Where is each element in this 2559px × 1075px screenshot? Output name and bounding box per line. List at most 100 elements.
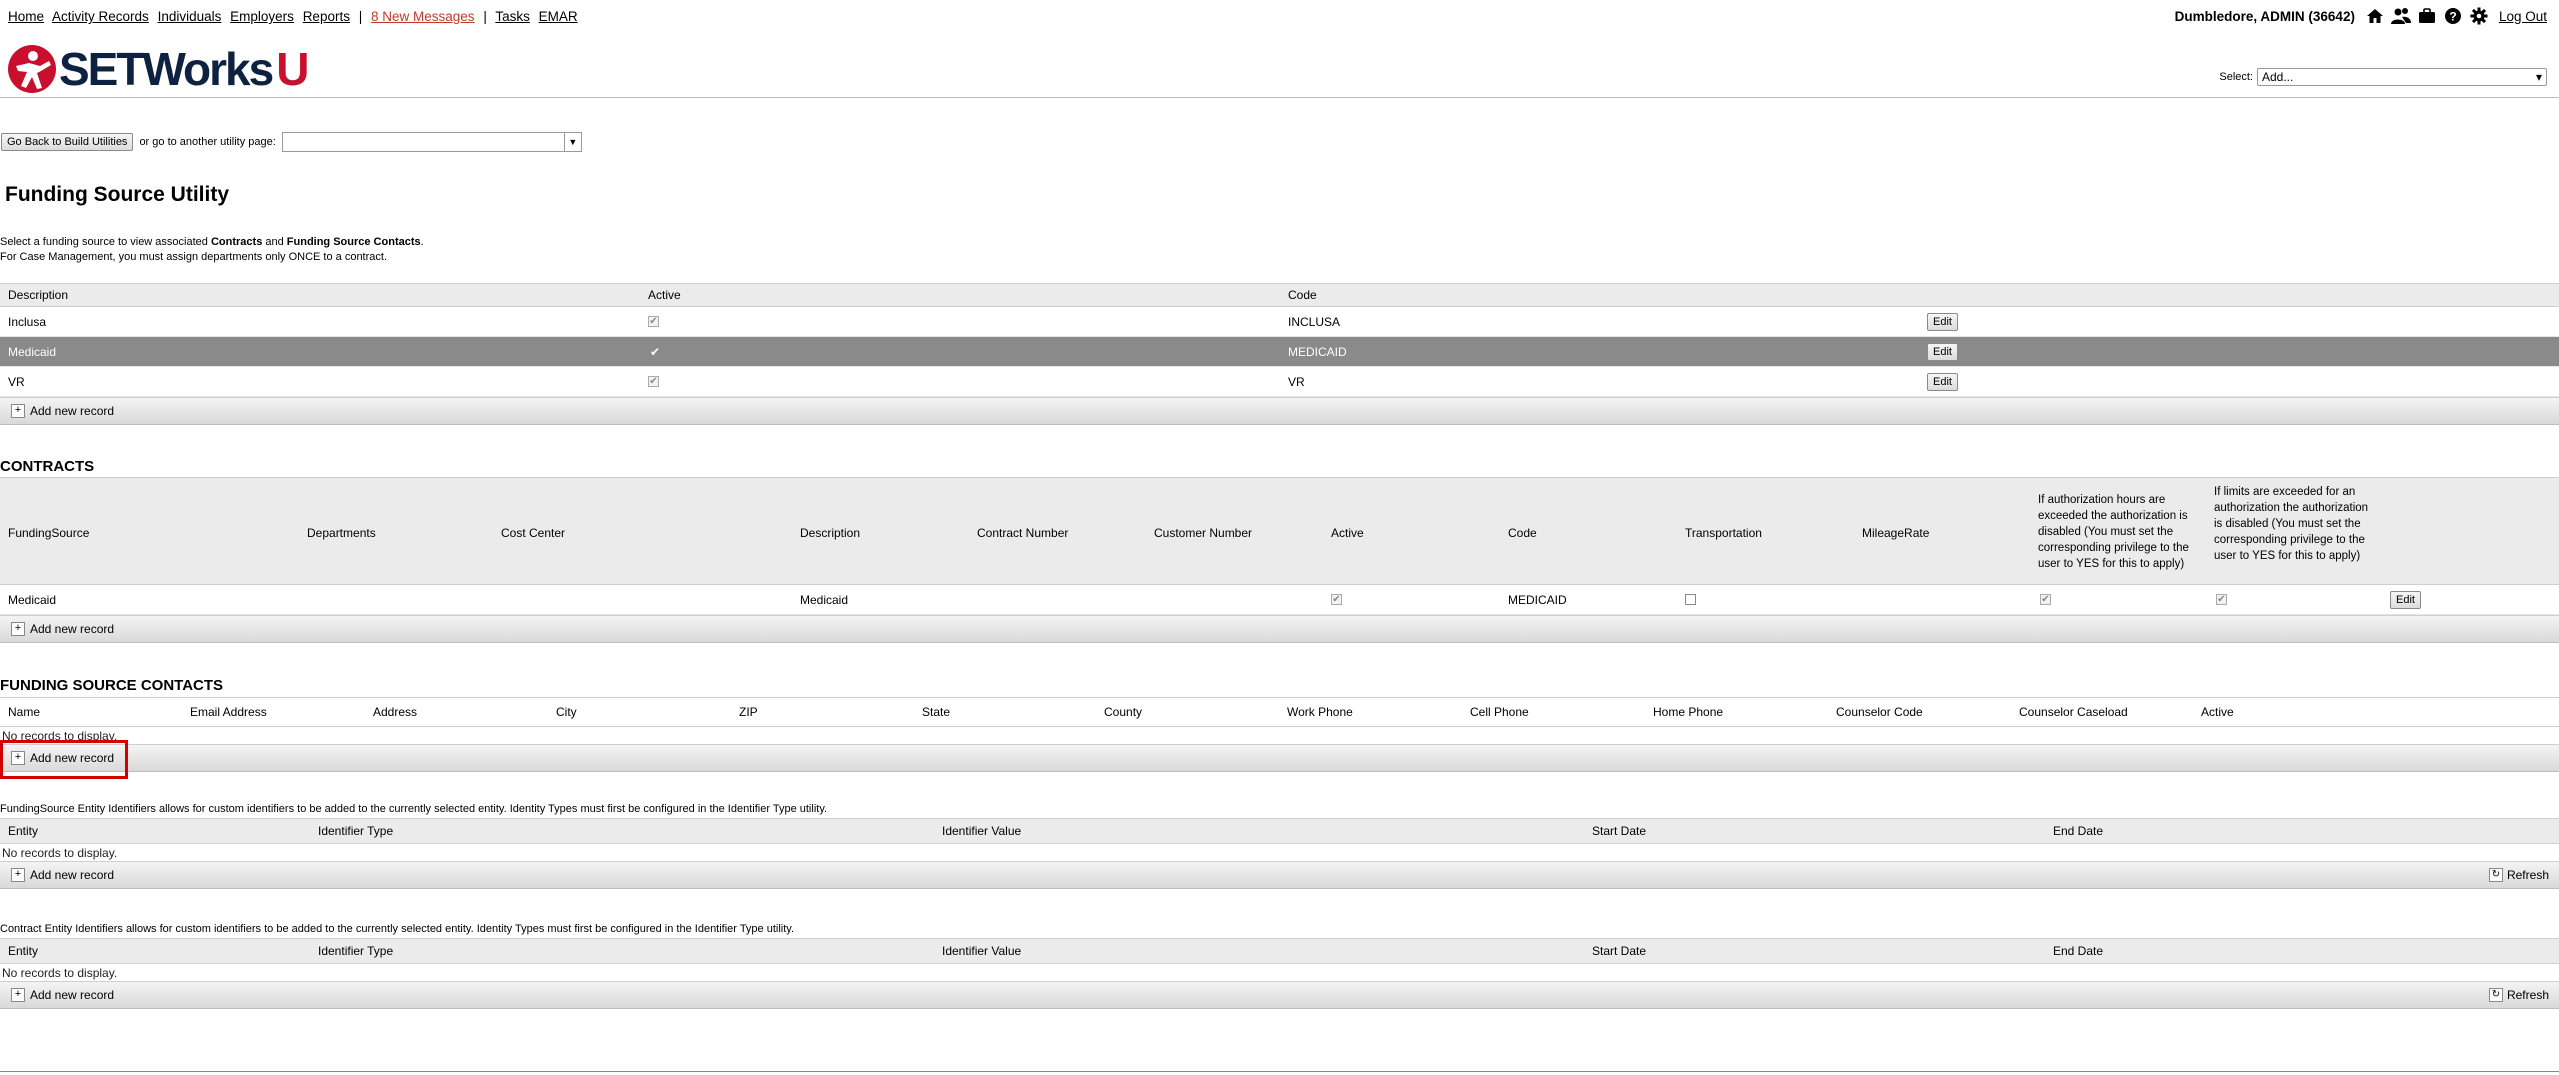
back-to-build-utilities-button[interactable]: Go Back to Build Utilities	[1, 133, 134, 151]
column-header[interactable]: Cell Phone	[1470, 705, 1529, 719]
add-new-record-button[interactable]: + Add new record	[11, 622, 114, 636]
column-header[interactable]: Code	[1508, 526, 1537, 540]
column-header[interactable]: Customer Number	[1154, 526, 1252, 540]
column-header[interactable]: ZIP	[739, 705, 758, 719]
empty-row: No records to display.	[2, 845, 118, 860]
column-header[interactable]: If limits are exceeded for an authorizat…	[2214, 484, 2379, 564]
edit-button[interactable]: Edit	[1927, 342, 1958, 361]
column-header[interactable]: Counselor Code	[1836, 705, 1923, 719]
column-header[interactable]: Counselor Caseload	[2019, 705, 2128, 719]
plus-icon: +	[11, 404, 25, 418]
column-header[interactable]: Name	[8, 705, 40, 719]
nav-home[interactable]: Home	[8, 9, 44, 24]
column-header[interactable]: If authorization hours are exceeded the …	[2038, 492, 2198, 572]
column-header[interactable]: Entity	[8, 944, 38, 958]
users-icon[interactable]	[2390, 6, 2411, 26]
column-header[interactable]: Identifier Type	[318, 944, 393, 958]
active-checkbox: ✔	[648, 376, 659, 387]
setworks-logo[interactable]: SETWorksU	[7, 42, 309, 96]
logo-text: SETWorksU	[59, 43, 309, 95]
column-header[interactable]: Description	[800, 526, 860, 540]
refresh-button[interactable]: ↻ Refresh	[2488, 988, 2549, 1002]
chevron-down-icon[interactable]: ▼	[563, 133, 581, 151]
logo-mark-icon	[8, 45, 56, 93]
add-new-record-button[interactable]: + Add new record	[11, 988, 114, 1002]
column-header[interactable]: Identifier Value	[942, 824, 1021, 838]
logout-link[interactable]: Log Out	[2499, 9, 2547, 24]
edit-button[interactable]: Edit	[1927, 372, 1958, 391]
refresh-button[interactable]: ↻ Refresh	[2488, 868, 2549, 882]
column-header[interactable]: County	[1104, 705, 1142, 719]
column-header[interactable]: City	[556, 705, 577, 719]
utility-page-combo[interactable]: ▼	[281, 132, 582, 152]
select-dropdown[interactable]: Add... ▾	[2257, 68, 2547, 86]
column-header[interactable]: Home Phone	[1653, 705, 1723, 719]
checkmark-icon: ✔	[650, 344, 661, 359]
column-header[interactable]: Code	[1288, 288, 1317, 302]
column-header[interactable]: Departments	[307, 526, 376, 540]
table-row[interactable]: Medicaid ✔ MEDICAID Edit	[0, 337, 2559, 367]
table-row[interactable]: VR ✔ VR Edit	[0, 367, 2559, 397]
funding-source-grid: Description Active Code Inclusa ✔ INCLUS…	[0, 283, 2559, 425]
column-header[interactable]: Identifier Value	[942, 944, 1021, 958]
table-row[interactable]: Medicaid Medicaid ✔ MEDICAID ✔ ✔ ✔ Edit	[0, 585, 2559, 615]
nav-individuals[interactable]: Individuals	[158, 9, 222, 24]
utility-nav: Go Back to Build Utilities or go to anot…	[1, 132, 582, 152]
column-header[interactable]: MileageRate	[1862, 526, 1929, 540]
column-header[interactable]: End Date	[2053, 824, 2103, 838]
column-header[interactable]: Cost Center	[501, 526, 565, 540]
add-new-record-button[interactable]: + Add new record	[11, 404, 114, 418]
utility-or-text: or go to another utility page:	[139, 136, 276, 148]
gear-icon[interactable]	[2469, 6, 2489, 26]
column-header[interactable]: Email Address	[190, 705, 267, 719]
nav-reports[interactable]: Reports	[303, 9, 350, 24]
column-header[interactable]: Description	[8, 288, 68, 302]
plus-icon: +	[11, 868, 25, 882]
column-header[interactable]: Active	[1331, 526, 1364, 540]
column-header[interactable]: Active	[2201, 705, 2234, 719]
home-icon[interactable]	[2365, 6, 2385, 26]
add-new-record-button[interactable]: + Add new record	[11, 868, 114, 882]
user-name: Dumbledore, ADMIN (36642)	[2174, 8, 2355, 24]
grid-footer: + Add new record ↻ Refresh	[0, 981, 2559, 1009]
limits-exceeded-checkbox: ✔	[2216, 594, 2227, 605]
column-header[interactable]: State	[922, 705, 950, 719]
contract-identifiers-grid: Entity Identifier Type Identifier Value …	[0, 938, 2559, 1009]
table-row[interactable]: Inclusa ✔ INCLUSA Edit	[0, 307, 2559, 337]
nav-employers[interactable]: Employers	[230, 9, 294, 24]
column-header[interactable]: Entity	[8, 824, 38, 838]
column-header[interactable]: Start Date	[1592, 824, 1646, 838]
edit-button[interactable]: Edit	[2390, 590, 2421, 609]
column-header[interactable]: Transportation	[1685, 526, 1762, 540]
intro-text: Select a funding source to view associat…	[0, 236, 424, 263]
nav-activity-records[interactable]: Activity Records	[52, 9, 149, 24]
select-add: Select: Add... ▾	[2219, 68, 2547, 86]
column-header[interactable]: Active	[648, 288, 681, 302]
nav-emar[interactable]: EMAR	[539, 9, 578, 24]
column-header[interactable]: Work Phone	[1287, 705, 1353, 719]
contract-identifiers-note: Contract Entity Identifiers allows for c…	[0, 923, 795, 935]
user-bar: Dumbledore, ADMIN (36642) ? Log Out	[2175, 6, 2547, 26]
active-checkbox: ✔	[1331, 594, 1342, 605]
svg-text:?: ?	[2449, 10, 2456, 24]
contacts-title: FUNDING SOURCE CONTACTS	[0, 677, 224, 694]
nav-separator: |	[483, 9, 487, 24]
column-header[interactable]: Contract Number	[977, 526, 1068, 540]
column-header[interactable]: Start Date	[1592, 944, 1646, 958]
contracts-title: CONTRACTS	[0, 458, 95, 475]
nav-tasks[interactable]: Tasks	[495, 9, 530, 24]
help-icon[interactable]: ?	[2443, 6, 2463, 26]
nav-new-messages[interactable]: 8 New Messages	[371, 9, 475, 24]
edit-button[interactable]: Edit	[1927, 312, 1958, 331]
column-header[interactable]: FundingSource	[8, 526, 89, 540]
highlight-box	[0, 740, 128, 779]
column-header[interactable]: Address	[373, 705, 417, 719]
header-divider	[0, 97, 2559, 98]
column-header[interactable]: Identifier Type	[318, 824, 393, 838]
chevron-down-icon: ▾	[2535, 70, 2542, 84]
column-header[interactable]: End Date	[2053, 944, 2103, 958]
nav-separator: |	[358, 9, 363, 24]
plus-icon: +	[11, 622, 25, 636]
refresh-icon: ↻	[2488, 868, 2503, 882]
briefcase-icon[interactable]	[2417, 6, 2437, 26]
